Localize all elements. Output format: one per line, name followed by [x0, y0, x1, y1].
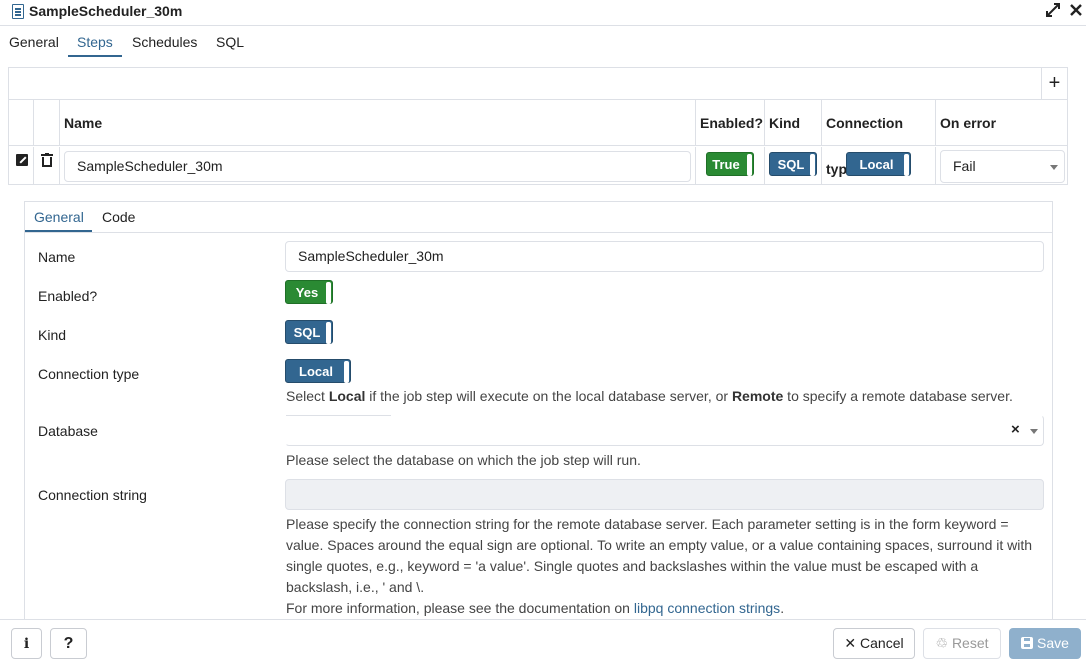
- toggle-knob: [344, 361, 349, 383]
- header-kind[interactable]: Kind: [764, 100, 821, 146]
- enabled-label: Enabled?: [38, 288, 98, 304]
- delete-cell: [33, 147, 59, 185]
- scheduler-icon: [12, 4, 24, 19]
- chevron-down-icon[interactable]: [1030, 429, 1038, 434]
- help-icon: ?: [63, 635, 74, 652]
- info-icon: i: [23, 636, 30, 652]
- add-step-button[interactable]: +: [1041, 68, 1067, 100]
- on-error-value: Fail: [953, 158, 976, 174]
- recycle-icon: ♲: [935, 635, 949, 651]
- help-button[interactable]: ?: [50, 628, 87, 659]
- toggle-knob: [326, 322, 331, 344]
- enabled-cell: True: [695, 147, 764, 185]
- header-name[interactable]: Name: [59, 100, 695, 146]
- save-button[interactable]: Save: [1009, 628, 1081, 659]
- step-enabled-toggle[interactable]: True: [706, 152, 754, 176]
- database-help: Please select the database on which the …: [286, 452, 641, 468]
- edit-cell: [9, 147, 33, 185]
- database-select-border: [286, 415, 391, 416]
- close-icon[interactable]: [1069, 2, 1083, 22]
- cancel-button[interactable]: ✕ Cancel: [833, 628, 915, 659]
- tab-schedules[interactable]: Schedules: [132, 34, 197, 50]
- enabled-toggle[interactable]: Yes: [285, 280, 333, 304]
- tab-general[interactable]: General: [9, 34, 59, 50]
- tab-steps[interactable]: Steps: [77, 34, 113, 50]
- header-enabled[interactable]: Enabled?: [695, 100, 764, 146]
- header-delete-col: [33, 100, 59, 146]
- database-select[interactable]: ×: [285, 415, 1044, 446]
- edit-icon[interactable]: [16, 154, 28, 166]
- database-label: Database: [38, 423, 98, 439]
- connection-type-cell: Local: [821, 147, 935, 185]
- connection-type-help: Select Local if the job step will execut…: [286, 388, 1013, 404]
- table-row: SampleScheduler_30m True SQL Local Fail: [9, 147, 1067, 185]
- expand-icon[interactable]: [1045, 2, 1061, 22]
- active-tab-indicator: [25, 230, 92, 232]
- dialog-title: SampleScheduler_30m: [29, 3, 183, 19]
- dialog-tabs: General Steps Schedules SQL: [0, 30, 1086, 58]
- on-error-select[interactable]: Fail: [940, 150, 1065, 183]
- reset-button[interactable]: ♲ Reset: [923, 628, 1001, 659]
- toggle-label: Local: [299, 364, 333, 379]
- tab-step-general[interactable]: General: [34, 209, 84, 225]
- step-connection-type-toggle[interactable]: Local: [846, 152, 911, 176]
- step-editor-tabs: General Code: [25, 202, 1052, 233]
- toggle-knob: [904, 154, 909, 176]
- save-icon: [1021, 637, 1034, 649]
- name-field[interactable]: SampleScheduler_30m: [285, 241, 1044, 272]
- connection-type-label: Connection type: [38, 366, 140, 382]
- connection-string-help: Please specify the connection string for…: [286, 516, 1033, 616]
- name-label: Name: [38, 249, 76, 265]
- header-on-error[interactable]: On error: [935, 100, 1067, 146]
- kind-label: Kind: [38, 327, 67, 343]
- connection-string-field[interactable]: [285, 479, 1044, 510]
- active-tab-indicator: [68, 55, 122, 57]
- connection-type-toggle[interactable]: Local: [285, 359, 351, 383]
- chevron-down-icon: [1050, 165, 1058, 170]
- tab-sql[interactable]: SQL: [216, 34, 244, 50]
- kind-toggle[interactable]: SQL: [285, 320, 333, 344]
- title-bar: SampleScheduler_30m: [0, 0, 1086, 26]
- steps-grid: + Name Enabled? Kind Connection type On …: [8, 67, 1068, 185]
- info-button[interactable]: i: [11, 628, 42, 659]
- toggle-label: SQL: [777, 157, 805, 172]
- trash-icon[interactable]: [41, 153, 53, 167]
- toggle-knob: [747, 154, 752, 176]
- toggle-label: Local: [859, 157, 894, 172]
- step-name-input[interactable]: SampleScheduler_30m: [64, 151, 691, 182]
- step-kind-toggle[interactable]: SQL: [769, 152, 817, 176]
- toggle-label: Yes: [295, 285, 319, 300]
- toggle-knob: [326, 282, 331, 304]
- grid-toolbar: +: [9, 68, 1067, 100]
- reset-label: Reset: [951, 635, 989, 651]
- on-error-cell: Fail: [935, 147, 1067, 185]
- grid-header-row: Name Enabled? Kind Connection type On er…: [9, 100, 1067, 177]
- toggle-label: True: [712, 157, 740, 172]
- toggle-knob: [810, 154, 815, 176]
- toggle-label: SQL: [293, 325, 321, 340]
- dialog-footer: i ? ✕ Cancel ♲ Reset Save: [0, 619, 1086, 659]
- header-edit-col: [9, 100, 33, 146]
- tab-step-code[interactable]: Code: [102, 209, 135, 225]
- save-label: Save: [1036, 635, 1069, 651]
- cancel-label: Cancel: [860, 635, 904, 651]
- clear-icon[interactable]: ×: [1011, 421, 1020, 438]
- libpq-docs-link[interactable]: libpq connection strings: [634, 600, 780, 616]
- close-icon: ✕: [844, 635, 857, 651]
- name-cell: SampleScheduler_30m: [59, 147, 695, 185]
- header-connection-type[interactable]: Connection type: [821, 100, 935, 177]
- connection-string-label: Connection string: [38, 487, 147, 503]
- kind-cell: SQL: [764, 147, 821, 185]
- step-editor-panel: General Code Name SampleScheduler_30m En…: [24, 201, 1053, 621]
